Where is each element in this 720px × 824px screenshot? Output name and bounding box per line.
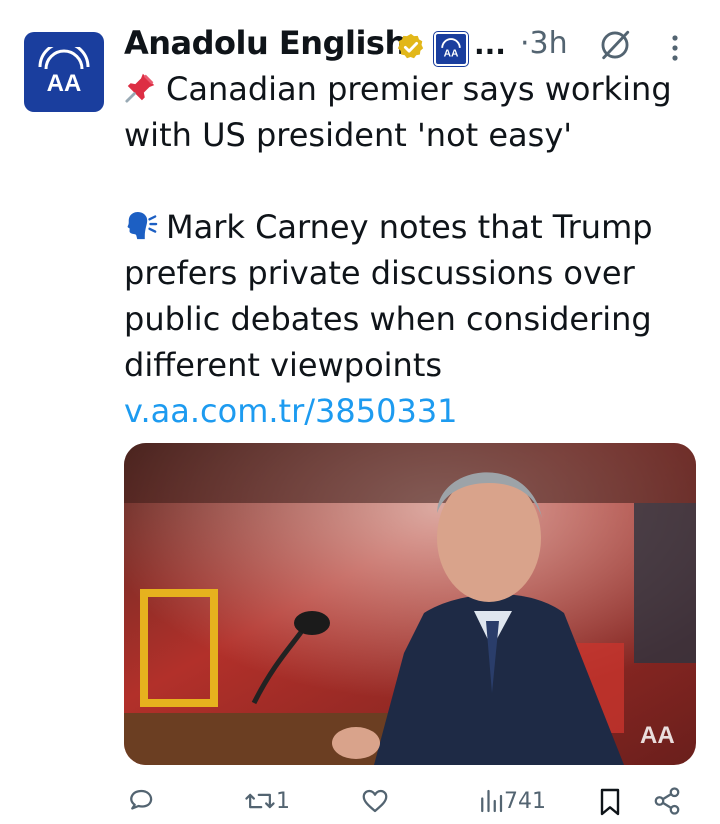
bookmark-icon bbox=[600, 788, 620, 816]
views-button[interactable]: 741 bbox=[478, 786, 546, 816]
image-watermark: AA bbox=[640, 722, 675, 749]
more-options-icon[interactable] bbox=[670, 34, 680, 62]
svg-text:AA: AA bbox=[444, 49, 459, 60]
timestamp[interactable]: ·3h bbox=[520, 26, 568, 61]
article-link[interactable]: v.aa.com.tr/3850331 bbox=[124, 392, 458, 430]
retweet-button[interactable]: 1 bbox=[244, 786, 290, 816]
body-text: Mark Carney notes that Trump prefers pri… bbox=[124, 208, 653, 384]
display-name[interactable]: Anadolu English bbox=[124, 24, 407, 62]
svg-text:AA: AA bbox=[47, 70, 82, 97]
share-button[interactable] bbox=[652, 786, 682, 816]
tweet-actions: 1 741 bbox=[124, 780, 696, 824]
body-paragraph: Mark Carney notes that Trump prefers pri… bbox=[124, 204, 684, 434]
retweet-icon bbox=[245, 793, 275, 809]
tweet-header: Anadolu English AA ... ·3h bbox=[124, 22, 700, 68]
tweet-image[interactable]: AA bbox=[124, 443, 696, 765]
verified-badge-icon[interactable] bbox=[396, 32, 426, 62]
anadolu-logo-icon: AA bbox=[38, 47, 90, 97]
views-icon bbox=[481, 789, 503, 813]
share-icon bbox=[654, 787, 680, 815]
retweet-count: 1 bbox=[276, 788, 290, 814]
affiliate-logo-icon: AA bbox=[441, 38, 461, 60]
headline-text: Canadian premier says working with US pr… bbox=[124, 70, 672, 154]
affiliate-badge-icon[interactable]: AA bbox=[434, 32, 468, 66]
account-avatar[interactable]: AA bbox=[24, 32, 104, 112]
headline-paragraph: Canadian premier says working with US pr… bbox=[124, 66, 684, 158]
photo-speaker-at-podium: AA bbox=[124, 443, 696, 765]
heart-icon bbox=[362, 789, 388, 813]
name-truncation: ... bbox=[474, 28, 506, 61]
speaking-head-icon bbox=[127, 211, 158, 240]
reply-button[interactable] bbox=[126, 786, 156, 816]
bookmark-button[interactable] bbox=[596, 786, 624, 818]
tweet-text: Canadian premier says working with US pr… bbox=[124, 66, 684, 434]
views-count: 741 bbox=[504, 788, 546, 814]
grok-icon[interactable] bbox=[598, 28, 632, 62]
like-button[interactable] bbox=[360, 786, 390, 816]
pushpin-icon bbox=[125, 73, 155, 103]
reply-icon bbox=[130, 789, 153, 810]
